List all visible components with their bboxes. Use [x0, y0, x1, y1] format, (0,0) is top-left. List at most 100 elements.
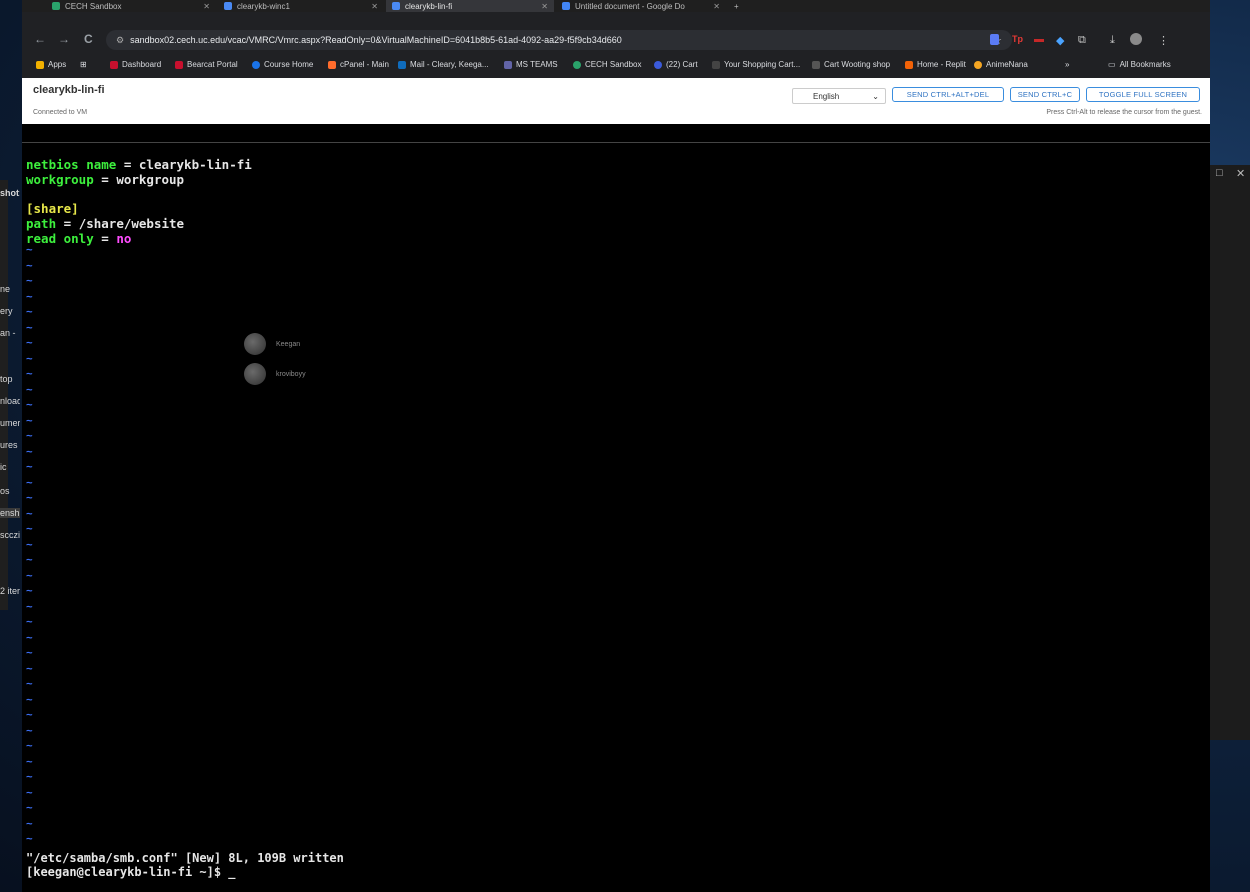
tab-cech-sandbox[interactable]: CECH Sandbox ✕	[46, 0, 216, 12]
vim-tilde-line: ~	[26, 739, 33, 752]
extension-blue-icon[interactable]: ◆	[1056, 34, 1064, 47]
bookmark-ms-teams[interactable]: MS TEAMS	[504, 60, 558, 69]
vim-tilde-line: ~	[26, 522, 33, 535]
folder-icon: ▭	[1108, 60, 1116, 69]
bookmark-grid[interactable]: ⊞	[80, 60, 87, 69]
toggle-full-screen-button[interactable]: TOGGLE FULL SCREEN	[1086, 87, 1200, 102]
bookmark-cart[interactable]: (22) Cart	[654, 60, 698, 69]
vim-tilde-line: ~	[26, 475, 33, 489]
tab-label: clearykb-lin-fi	[405, 1, 453, 11]
vim-tilde-line: ~	[26, 289, 33, 303]
menu-icon[interactable]: ⋮	[1158, 34, 1169, 47]
vim-tilde-line: ~	[26, 708, 33, 721]
more-bookmarks-button[interactable]: »	[1065, 60, 1069, 69]
forward-icon[interactable]: →	[58, 32, 70, 46]
close-tab-icon[interactable]: ✕	[713, 2, 720, 11]
vim-tilde-line: ~	[26, 491, 33, 504]
cart-icon	[654, 60, 662, 69]
outlook-icon	[398, 60, 406, 69]
shell-prompt: [keegan@clearykb-lin-fi ~]$ _	[26, 865, 236, 879]
config-key: read only	[26, 231, 94, 246]
extension-shield-icon[interactable]	[990, 34, 999, 45]
bookmark-cech-sandbox[interactable]: CECH Sandbox	[573, 60, 641, 69]
extension-red-icon[interactable]	[1034, 39, 1044, 42]
vm-console-toolbar: clearykb-lin-fi Connected to VM English …	[22, 78, 1210, 124]
close-icon[interactable]: ✕	[1236, 167, 1245, 180]
extension-tp-icon[interactable]: Tp	[1012, 34, 1023, 44]
browser-toolbar: ← → C ⚙ sandbox02.cech.uc.edu/vcac/VMRC/…	[22, 28, 1210, 52]
vim-tilde-line: ~	[26, 413, 33, 427]
extensions-puzzle-icon[interactable]: ⧉	[1078, 34, 1086, 47]
peek-label: ne	[0, 284, 11, 294]
vm-favicon-icon	[392, 2, 400, 10]
vim-tilde-line: ~	[26, 537, 33, 551]
bookmark-mail[interactable]: Mail - Cleary, Keega...	[398, 60, 489, 69]
bookmark-course-home[interactable]: Course Home	[252, 60, 313, 69]
bookmark-bearcat-portal[interactable]: Bearcat Portal	[175, 60, 238, 69]
vm-connection-status: Connected to VM	[33, 109, 88, 116]
bookmark-label: Cart Wooting shop	[824, 60, 891, 69]
browser-window: CECH Sandbox ✕ clearykb-winc1 ✕ clearykb…	[22, 0, 1210, 892]
vim-tilde-line: ~	[26, 444, 33, 458]
language-select[interactable]: English ⌄	[792, 88, 886, 104]
bookmark-replit[interactable]: Home - Replit	[905, 60, 966, 69]
peek-label: nload	[0, 396, 20, 406]
bookmark-label: AnimeNana	[986, 60, 1028, 69]
bookmark-dashboard[interactable]: Dashboard	[110, 60, 161, 69]
bookmark-animenana[interactable]: AnimeNana	[974, 60, 1028, 69]
tab-google-doc[interactable]: Untitled document - Google Do ✕	[556, 0, 726, 12]
config-line-workgroup: workgroup = workgroup	[26, 172, 184, 187]
bookmark-shopping-cart[interactable]: Your Shopping Cart...	[712, 60, 800, 69]
close-tab-icon[interactable]: ✕	[541, 2, 548, 11]
peek-label: 2 iter	[0, 586, 20, 596]
address-bar[interactable]: ⚙ sandbox02.cech.uc.edu/vcac/VMRC/Vmrc.a…	[106, 30, 1012, 50]
vm-terminal[interactable]: netbios name = clearykb-lin-fi workgroup…	[22, 142, 1210, 882]
vim-tilde-line: ~	[26, 584, 33, 597]
peek-label: umer	[0, 418, 20, 428]
url-text: sandbox02.cech.uc.edu/vcac/VMRC/Vmrc.asp…	[130, 35, 622, 45]
peek-label: an -	[0, 328, 16, 338]
tab-clearykb-winc1[interactable]: clearykb-winc1 ✕	[218, 0, 384, 12]
config-value: no	[116, 231, 132, 246]
config-value: workgroup	[116, 172, 185, 187]
bookmark-cpanel[interactable]: cPanel - Main	[328, 60, 389, 69]
vim-tilde-line: ~	[26, 274, 33, 287]
vim-tilde-line: ~	[26, 336, 33, 349]
bookmark-label: Your Shopping Cart...	[724, 60, 801, 69]
browser-bottom-edge	[22, 881, 1210, 892]
cech-favicon-icon	[52, 2, 60, 10]
keyboard-icon	[812, 60, 820, 69]
vim-tilde-line: ~	[26, 553, 33, 566]
download-icon[interactable]: ⤓	[1110, 34, 1115, 47]
all-bookmarks-button[interactable]: ▭ All Bookmarks	[1108, 60, 1171, 69]
close-tab-icon[interactable]: ✕	[371, 2, 378, 11]
tab-label: CECH Sandbox	[65, 1, 122, 11]
profile-avatar[interactable]	[1130, 33, 1142, 45]
new-tab-button[interactable]: +	[728, 0, 744, 12]
bookmark-apps[interactable]: Apps	[36, 60, 66, 69]
restore-icon[interactable]: □	[1216, 167, 1223, 179]
send-ctrl-alt-del-button[interactable]: SEND CTRL+ALT+DEL	[892, 87, 1004, 102]
back-icon[interactable]: ←	[34, 32, 46, 46]
docs-favicon-icon	[562, 2, 570, 10]
send-ctrl-c-button[interactable]: SEND CTRL+C	[1010, 87, 1080, 102]
vim-tilde-line: ~	[26, 723, 33, 737]
close-tab-icon[interactable]: ✕	[203, 2, 210, 11]
bookmark-label: Course Home	[264, 60, 314, 69]
cpanel-icon	[328, 60, 336, 69]
config-line-read-only: read only = no	[26, 231, 131, 246]
chevron-down-icon: ⌄	[872, 91, 879, 101]
tab-clearykb-lin-fi[interactable]: clearykb-lin-fi ✕	[386, 0, 554, 12]
vim-tilde-line: ~	[26, 832, 33, 845]
config-section-share: [share]	[26, 201, 79, 216]
vim-tilde-line: ~	[26, 367, 33, 380]
teams-icon	[504, 60, 512, 69]
vim-tilde-line: ~	[26, 801, 33, 814]
cech-icon	[573, 60, 581, 69]
bookmark-wooting[interactable]: Cart Wooting shop	[812, 60, 890, 69]
vim-tilde-line: ~	[26, 630, 33, 644]
uc-logo-icon	[175, 60, 183, 69]
site-info-icon[interactable]: ⚙	[116, 35, 124, 46]
peek-label: shot:	[0, 188, 20, 198]
reload-icon[interactable]: C	[84, 32, 93, 46]
